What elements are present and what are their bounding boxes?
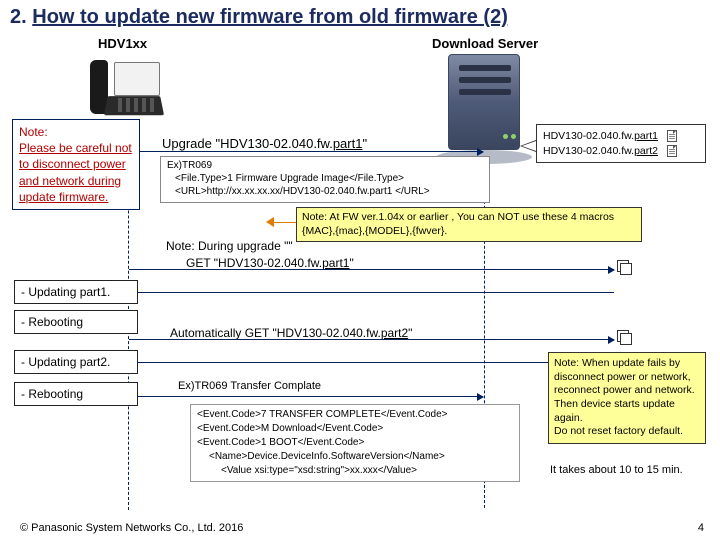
get-part1-label: GET "HDV130-02.040.fw.part1"	[186, 256, 354, 270]
arrow-return-part2	[129, 362, 615, 363]
evc-3: <Event.Code>1 BOOT</Event.Code>	[197, 436, 513, 450]
auto-get-part: part2	[381, 326, 408, 340]
upgrade-part: part1	[333, 136, 363, 151]
macro-callout-arrow	[274, 222, 296, 223]
status-updating-part2: - Updating part2.	[14, 350, 138, 374]
tr069-example: Ex)TR069 <File.Type>1 Firmware Upgrade I…	[160, 156, 490, 203]
upgrade-prefix: Upgrade "HDV130-02.040.fw.	[162, 136, 333, 151]
hdv-label: HDV1xx	[98, 36, 147, 51]
phone-icon	[90, 54, 170, 120]
file-bubble-tail	[520, 140, 536, 152]
arrow-return-part1	[129, 292, 614, 293]
auto-get-suffix: "	[408, 326, 412, 340]
upgrade-suffix: "	[362, 136, 367, 151]
file-icon	[667, 145, 677, 157]
auto-get-prefix: Automatically GET "HDV130-02.040.fw.	[170, 326, 381, 340]
tr069-complete-label: Ex)TR069 Transfer Complate	[178, 380, 321, 392]
tr069-line1: <File.Type>1 Firmware Upgrade Image</Fil…	[167, 172, 483, 185]
server-file-2: HDV130-02.040.fw.part2	[543, 144, 699, 159]
arrow-get-part2	[129, 339, 614, 340]
event-codes-box: <Event.Code>7 TRANSFER COMPLETE</Event.C…	[190, 404, 520, 482]
fail-note: Note: When update fails by disconnect po…	[548, 352, 706, 444]
get-suffix: "	[349, 256, 353, 270]
server-files-bubble: HDV130-02.040.fw.part1 HDV130-02.040.fw.…	[536, 124, 706, 163]
care-note-label: Note:	[19, 125, 48, 139]
slide-title: 2. How to update new firmware from old f…	[10, 6, 508, 29]
download-server-label: Download Server	[432, 36, 538, 51]
evc-4: <Name>Device.DeviceInfo.SoftwareVersion<…	[197, 450, 513, 464]
arrow-get-part1	[129, 269, 614, 270]
care-note: Note: Please be careful not to disconnec…	[12, 119, 140, 210]
evc-1: <Event.Code>7 TRANSFER COMPLETE</Event.C…	[197, 408, 513, 422]
evc-5: <Value xsi:type="xsd:string">xx.xxx</Val…	[197, 464, 513, 478]
status-rebooting-2: - Rebooting	[14, 382, 138, 406]
server-icon	[448, 54, 520, 150]
upgrade-label: Upgrade "HDV130-02.040.fw.part1"	[162, 136, 367, 151]
tr069-ex-label: Ex)TR069	[167, 159, 483, 172]
get-part: part1	[322, 256, 349, 270]
get-prefix: GET "HDV130-02.040.fw.	[186, 256, 322, 270]
tr069-line2: <URL>http://xx.xx.xx.xx/HDV130-02.040.fw…	[167, 185, 483, 198]
auto-get-label: Automatically GET "HDV130-02.040.fw.part…	[170, 326, 412, 340]
server-file-1: HDV130-02.040.fw.part1	[543, 129, 699, 144]
status-rebooting-1: - Rebooting	[14, 310, 138, 334]
arrow-upgrade	[129, 151, 483, 152]
title-prefix: 2.	[10, 6, 32, 28]
note-during-upgrade: Note: During upgrade ""	[166, 239, 293, 253]
evc-2: <Event.Code>M Download</Event.Code>	[197, 422, 513, 436]
time-note: It takes about 10 to 15 min.	[550, 464, 683, 476]
macro-note: Note: At FW ver.1.04x or earlier , You c…	[296, 207, 642, 242]
care-note-body: Please be careful not to disconnect powe…	[19, 141, 132, 204]
page-number: 4	[698, 522, 704, 534]
status-updating-part1: - Updating part1.	[14, 280, 138, 304]
title-main: How to update new firmware from old firm…	[32, 6, 508, 28]
file-icon	[667, 130, 677, 142]
arrow-transfer-complete	[129, 396, 483, 397]
copyright: © Panasonic System Networks Co., Ltd. 20…	[20, 522, 243, 534]
